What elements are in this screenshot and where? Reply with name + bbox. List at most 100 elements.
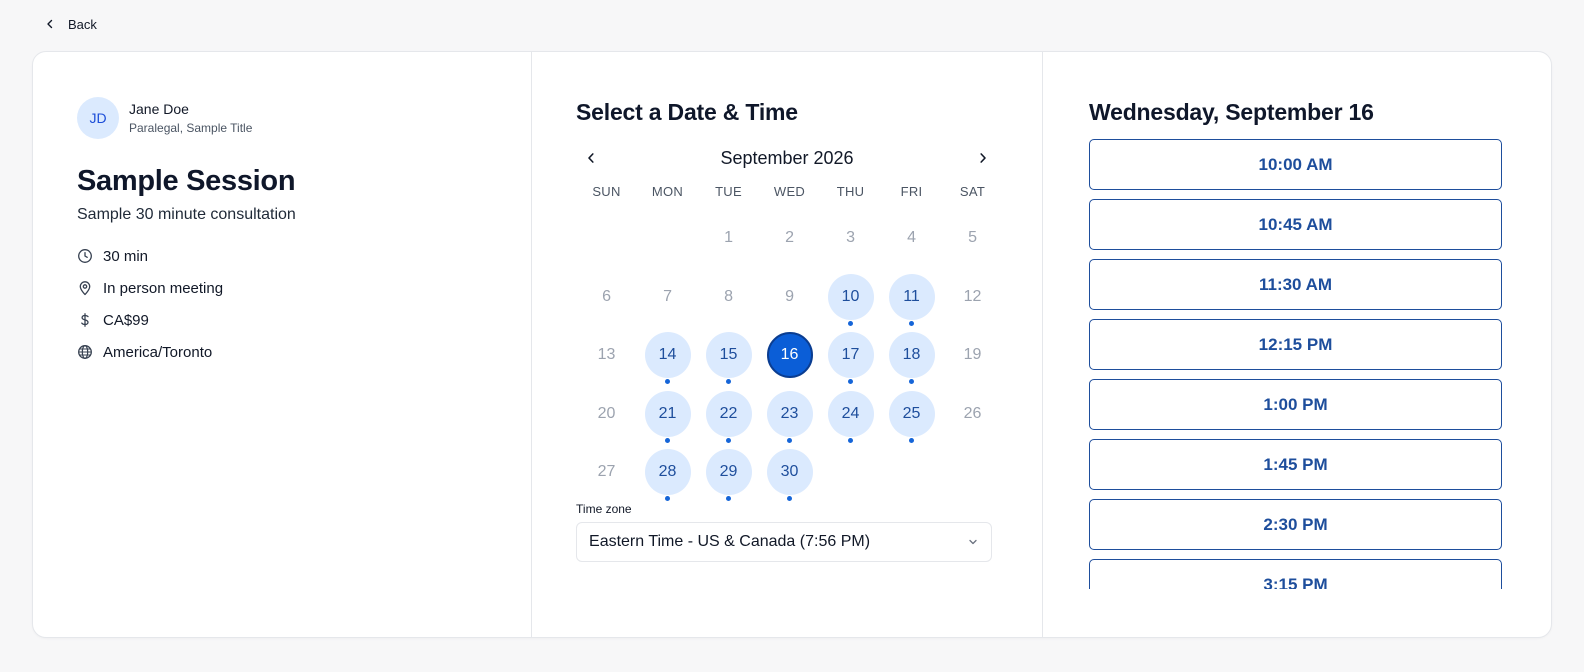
calendar-day-unavailable: 1: [698, 213, 759, 272]
timezone-select[interactable]: Eastern Time - US & Canada (7:56 PM): [576, 521, 993, 562]
month-navigation: September 2026: [576, 144, 998, 172]
calendar-day-number: 23: [766, 390, 813, 437]
detail-timezone-text: America/Toronto: [103, 343, 213, 361]
availability-dot: [909, 437, 915, 443]
detail-duration-text: 30 min: [103, 247, 149, 265]
calendar-day-unavailable: 27: [576, 447, 637, 506]
chevron-left-icon: [47, 19, 53, 29]
host-title: Paralegal, Sample Title: [129, 121, 253, 135]
calendar-day-unavailable: 3: [820, 213, 881, 272]
calendar-day-available[interactable]: 25: [881, 389, 942, 448]
calendar-day-number: 14: [644, 332, 691, 379]
calendar-day-available[interactable]: 11: [881, 272, 942, 331]
time-slot-button[interactable]: 3:15 PM: [1089, 559, 1503, 589]
calendar-day-available[interactable]: 15: [698, 330, 759, 389]
timezone-value: Eastern Time - US & Canada (7:56 PM): [589, 532, 871, 550]
calendar-day-unavailable: 2: [759, 213, 820, 272]
weekday-header: SUN MON TUE WED THU FRI SAT: [576, 184, 998, 200]
calendar-day-available[interactable]: 29: [698, 447, 759, 506]
location-pin-icon: [79, 281, 91, 296]
calendar-day-available[interactable]: 23: [759, 389, 820, 448]
availability-dot: [848, 379, 854, 385]
availability-dot: [665, 496, 671, 502]
calendar-day-available[interactable]: 18: [881, 330, 942, 389]
availability-dot: [726, 496, 732, 502]
availability-dot: [787, 496, 793, 502]
avatar: JD: [77, 97, 119, 139]
time-slot-list[interactable]: 10:00 AM 10:45 AM 11:30 AM 12:15 PM 1:00 PM 1…: [1089, 139, 1506, 589]
weekday-label: MON: [651, 184, 684, 199]
calendar-day-number: 10: [827, 273, 874, 320]
calendar-day-unavailable: 26: [942, 389, 1003, 448]
time-slot-button[interactable]: 1:00 PM: [1089, 379, 1503, 430]
calendar-day-number: 25: [888, 390, 935, 437]
calendar-day-number: 8: [724, 287, 733, 305]
detail-price: CA$99: [77, 304, 487, 336]
calendar-day-available[interactable]: 24: [820, 389, 881, 448]
availability-dot: [909, 379, 915, 385]
calendar-day-available[interactable]: 30: [759, 447, 820, 506]
calendar-day-number: 11: [888, 273, 935, 320]
calendar-day-number: 13: [597, 346, 616, 364]
calendar-day-available[interactable]: 28: [637, 447, 698, 506]
calendar-day-number: 24: [827, 390, 874, 437]
chevron-down-icon: [969, 539, 977, 545]
calendar-panel: Select a Date & Time September 2026 SUN M…: [532, 52, 1044, 637]
prev-month-button[interactable]: [582, 149, 600, 167]
back-button[interactable]: Back: [44, 14, 97, 34]
weekday-label: FRI: [900, 184, 923, 199]
availability-dot: [665, 379, 671, 385]
calendar-grid: 1 2 3 4 5 6 7 8 9 10 11 12 13 14 15 16 17 18 19 20 21 22 23 24 2…: [576, 213, 998, 506]
calendar-day-number: 6: [602, 287, 611, 305]
calendar-day-number: 21: [644, 390, 691, 437]
calendar-day-available[interactable]: 21: [637, 389, 698, 448]
calendar-day-unavailable: 9: [759, 272, 820, 331]
time-slot-button[interactable]: 10:45 AM: [1089, 199, 1503, 250]
availability-dot: [848, 437, 854, 443]
calendar-day-unavailable: 20: [576, 389, 637, 448]
calendar-day-number: 4: [907, 229, 916, 246]
dollar-icon: [81, 313, 89, 327]
calendar-day-number: 22: [705, 390, 752, 437]
calendar-day-available[interactable]: 22: [698, 389, 759, 448]
time-slot-button[interactable]: 12:15 PM: [1089, 319, 1503, 370]
time-slot-button[interactable]: 1:45 PM: [1089, 439, 1503, 490]
clock-icon: [78, 249, 92, 263]
next-month-button[interactable]: [974, 149, 992, 167]
calendar-day-unavailable: 5: [942, 213, 1003, 272]
calendar-day-number: 7: [663, 287, 672, 305]
time-slot-button[interactable]: 10:00 AM: [1089, 139, 1503, 190]
availability-dot: [665, 437, 671, 443]
calendar-empty-cell: [820, 447, 881, 506]
calendar-day-selected[interactable]: 16: [759, 330, 820, 389]
calendar-day-number: 1: [724, 229, 733, 246]
month-label: September 2026: [720, 147, 854, 168]
calendar-day-unavailable: 4: [881, 213, 942, 272]
time-slot-button[interactable]: 11:30 AM: [1089, 259, 1503, 310]
session-description: Sample 30 minute consultation: [77, 206, 296, 223]
calendar-day-number: 5: [968, 229, 977, 246]
calendar-empty-cell: [942, 447, 1003, 506]
calendar-week-row: 20 21 22 23 24 25 26: [576, 389, 998, 448]
calendar-heading: Select a Date & Time: [576, 99, 798, 125]
time-slot-button[interactable]: 2:30 PM: [1089, 499, 1503, 550]
calendar-day-number: 12: [963, 287, 982, 305]
calendar-day-number: 18: [888, 332, 935, 379]
time-slots-panel: Wednesday, September 16 10:00 AM 10:45 AM…: [1043, 52, 1551, 637]
calendar-week-row: 6 7 8 9 10 11 12: [576, 272, 998, 331]
calendar-day-number: 28: [644, 449, 691, 496]
calendar-day-number: 29: [705, 449, 752, 496]
chevron-right-icon: [980, 153, 986, 163]
globe-icon: [78, 345, 92, 359]
calendar-day-number: 27: [597, 463, 616, 481]
calendar-week-row: 1 2 3 4 5: [576, 213, 998, 272]
detail-duration: 30 min: [77, 240, 487, 272]
calendar-empty-cell: [576, 213, 637, 272]
calendar-day-available[interactable]: 10: [820, 272, 881, 331]
weekday-label: TUE: [715, 184, 742, 199]
calendar-day-available[interactable]: 17: [820, 330, 881, 389]
calendar-day-number: 16: [766, 332, 813, 379]
calendar-day-available[interactable]: 14: [637, 330, 698, 389]
calendar-day-number: 26: [963, 404, 982, 422]
calendar-day-number: 17: [827, 332, 874, 379]
